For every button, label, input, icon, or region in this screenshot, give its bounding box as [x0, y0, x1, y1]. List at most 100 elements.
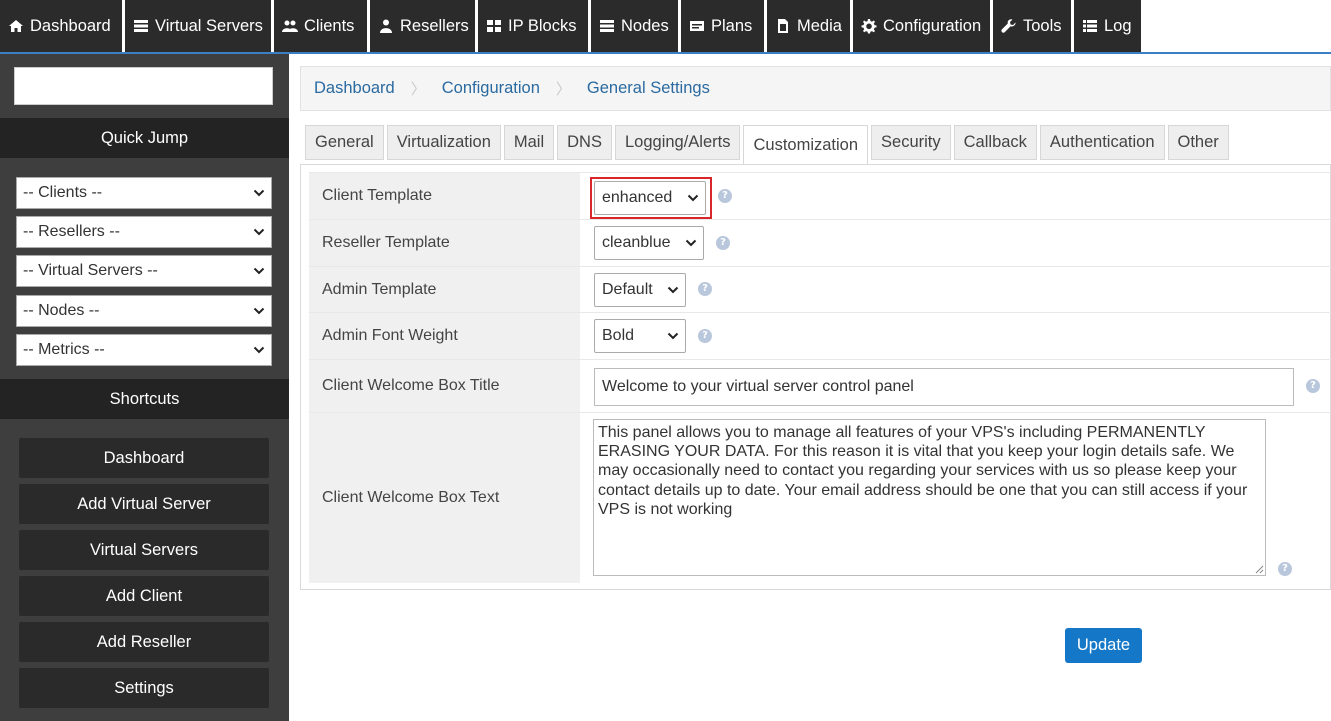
- shortcut-add-reseller-button[interactable]: Add Reseller: [19, 622, 269, 662]
- welcome-text-label: Client Welcome Box Text: [309, 413, 580, 583]
- nav-item-label: IP Blocks: [508, 16, 577, 35]
- nav-item-label: Log: [1104, 16, 1132, 35]
- top-navigation: Dashboard Virtual Servers Clients Resell…: [0, 0, 1331, 54]
- help-icon[interactable]: ?: [1306, 379, 1320, 393]
- welcome-title-row: Client Welcome Box Title Welcome to your…: [309, 359, 1331, 412]
- shortcut-add-client-button[interactable]: Add Client: [19, 576, 269, 616]
- tab-security[interactable]: Security: [871, 125, 951, 160]
- welcome-title-input[interactable]: Welcome to your virtual server control p…: [594, 368, 1294, 406]
- nav-bar: Dashboard Virtual Servers Clients Resell…: [0, 0, 1141, 52]
- help-icon[interactable]: ?: [718, 189, 732, 203]
- sidebar-search-input[interactable]: [14, 67, 273, 105]
- nav-item-resellers[interactable]: Resellers: [370, 0, 475, 52]
- resellers-select[interactable]: -- Resellers --: [16, 216, 272, 248]
- breadcrumb: Dashboard 〉 Configuration 〉 General Sett…: [300, 66, 1331, 111]
- tab-dns[interactable]: DNS: [557, 125, 612, 160]
- nav-item-configuration[interactable]: Configuration: [853, 0, 990, 52]
- virtual-servers-select[interactable]: -- Virtual Servers --: [16, 255, 272, 287]
- nav-item-label: Plans: [711, 16, 753, 35]
- nav-item-label: Virtual Servers: [155, 16, 263, 35]
- clients-select[interactable]: -- Clients --: [16, 177, 272, 209]
- client-template-select[interactable]: enhanced: [594, 181, 706, 215]
- update-button[interactable]: Update: [1065, 628, 1142, 663]
- user-icon: [380, 19, 392, 33]
- users-icon: [282, 20, 298, 32]
- nav-item-label: Configuration: [883, 16, 982, 35]
- tab-mail[interactable]: Mail: [503, 125, 555, 160]
- admin-template-label: Admin Template: [309, 267, 580, 312]
- file-media-icon: [778, 19, 788, 33]
- tab-general[interactable]: General: [305, 125, 384, 160]
- card-icon: [690, 21, 704, 31]
- nav-item-nodes[interactable]: Nodes: [591, 0, 678, 52]
- nodes-select[interactable]: -- Nodes --: [16, 295, 272, 327]
- breadcrumb-general-settings[interactable]: General Settings: [587, 79, 710, 98]
- shortcut-add-virtual-server-button[interactable]: Add Virtual Server: [19, 484, 269, 524]
- select-value: -- Metrics --: [23, 341, 105, 358]
- tab-logging-alerts[interactable]: Logging/Alerts: [614, 125, 741, 160]
- nav-item-label: Dashboard: [30, 16, 111, 35]
- gear-icon: [861, 19, 877, 34]
- admin-font-weight-select[interactable]: Bold: [594, 319, 686, 353]
- chevron-down-icon: [687, 194, 699, 202]
- textarea-value: This panel allows you to manage all feat…: [598, 424, 1248, 518]
- reseller-template-select[interactable]: cleanblue: [594, 226, 704, 260]
- client-template-row: Client Template enhanced ?: [309, 172, 1331, 219]
- nav-item-tools[interactable]: Tools: [993, 0, 1071, 52]
- welcome-text-textarea[interactable]: This panel allows you to manage all feat…: [593, 419, 1266, 576]
- breadcrumb-separator: 〉: [410, 81, 426, 98]
- home-icon: [9, 20, 23, 32]
- nav-item-plans[interactable]: Plans: [681, 0, 764, 52]
- nav-item-log[interactable]: Log: [1074, 0, 1141, 52]
- chevron-down-icon: [685, 239, 697, 247]
- welcome-title-label: Client Welcome Box Title: [309, 360, 580, 412]
- tab-virtualization[interactable]: Virtualization: [386, 125, 501, 160]
- chevron-down-icon: [253, 228, 265, 236]
- select-value: Bold: [602, 327, 635, 344]
- admin-template-select[interactable]: Default: [594, 273, 686, 307]
- help-icon[interactable]: ?: [698, 282, 712, 296]
- chevron-down-icon: [667, 286, 679, 294]
- select-value: enhanced: [602, 189, 673, 206]
- quick-jump-header: Quick Jump: [0, 118, 289, 158]
- grid-icon: [487, 20, 501, 32]
- tab-authentication[interactable]: Authentication: [1039, 125, 1165, 160]
- nav-item-ip-blocks[interactable]: IP Blocks: [478, 0, 588, 52]
- metrics-select[interactable]: -- Metrics --: [16, 334, 272, 366]
- tab-callback[interactable]: Callback: [953, 125, 1037, 160]
- list-icon: [1083, 20, 1097, 32]
- nav-item-label: Clients: [304, 16, 355, 35]
- help-icon[interactable]: ?: [1278, 562, 1292, 576]
- tab-customization[interactable]: Customization: [743, 125, 869, 165]
- reseller-template-row: Reseller Template cleanblue ?: [309, 219, 1331, 266]
- nav-item-virtual-servers[interactable]: Virtual Servers: [125, 0, 271, 52]
- welcome-text-row: Client Welcome Box Text This panel allow…: [309, 412, 1331, 583]
- breadcrumb-configuration[interactable]: Configuration: [442, 79, 540, 98]
- select-value: -- Virtual Servers --: [23, 262, 158, 279]
- reseller-template-label: Reseller Template: [309, 220, 580, 266]
- chevron-down-icon: [667, 332, 679, 340]
- nav-item-clients[interactable]: Clients: [274, 0, 367, 52]
- nav-item-label: Tools: [1023, 16, 1062, 35]
- select-value: -- Resellers --: [23, 223, 120, 240]
- wrench-icon: [1001, 19, 1016, 33]
- chevron-down-icon: [253, 346, 265, 354]
- chevron-down-icon: [253, 189, 265, 197]
- shortcut-settings-button[interactable]: Settings: [19, 668, 269, 708]
- resize-handle-icon[interactable]: [1254, 564, 1264, 574]
- shortcuts-header: Shortcuts: [0, 379, 289, 419]
- admin-font-weight-row: Admin Font Weight Bold ?: [309, 312, 1331, 359]
- admin-font-weight-label: Admin Font Weight: [309, 313, 580, 359]
- tab-other[interactable]: Other: [1167, 125, 1229, 160]
- settings-tabs: General Virtualization Mail DNS Logging/…: [305, 125, 1229, 165]
- shortcut-dashboard-button[interactable]: Dashboard: [19, 438, 269, 478]
- customization-panel: Client Template enhanced ? Reseller Temp…: [300, 164, 1331, 590]
- help-icon[interactable]: ?: [698, 329, 712, 343]
- server-icon: [134, 20, 148, 32]
- nav-item-dashboard[interactable]: Dashboard: [0, 0, 122, 52]
- nav-item-media[interactable]: Media: [767, 0, 850, 52]
- breadcrumb-dashboard[interactable]: Dashboard: [314, 79, 395, 98]
- select-value: -- Clients --: [23, 184, 103, 201]
- help-icon[interactable]: ?: [716, 236, 730, 250]
- shortcut-virtual-servers-button[interactable]: Virtual Servers: [19, 530, 269, 570]
